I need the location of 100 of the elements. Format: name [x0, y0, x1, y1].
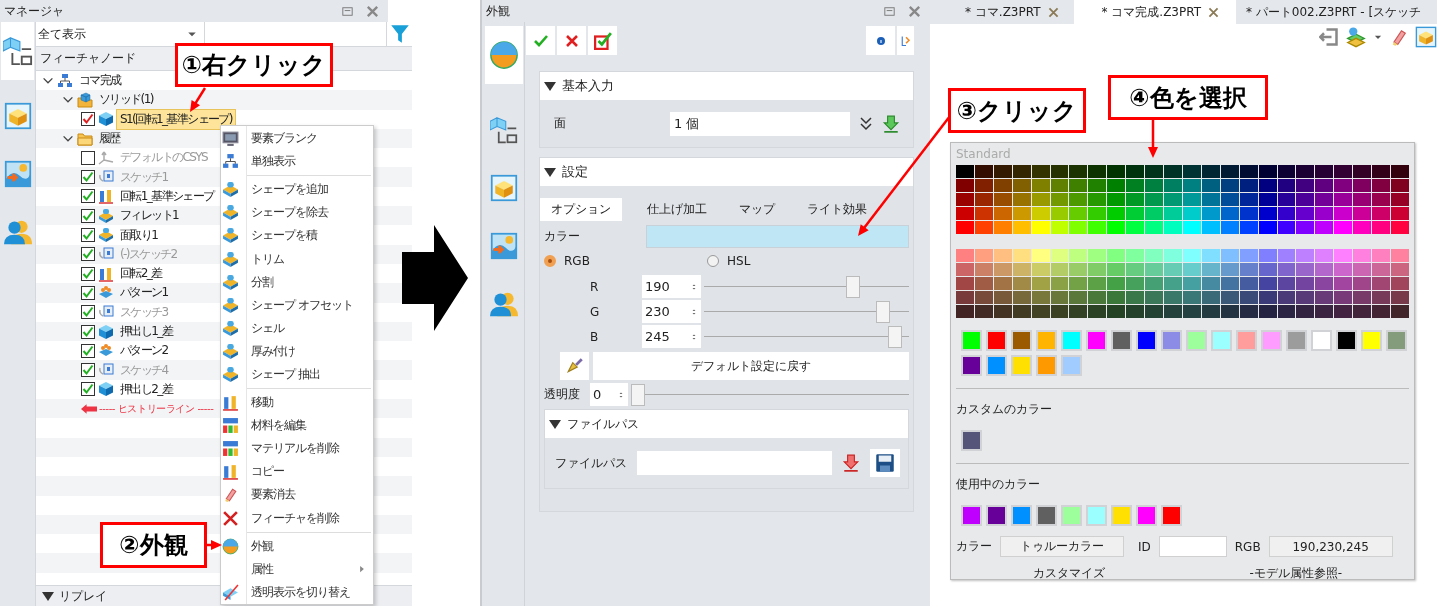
tree-item[interactable]: ソリッド(1): [95, 89, 157, 111]
color-swatch[interactable]: [986, 355, 1007, 376]
checkbox[interactable]: [81, 343, 95, 358]
menu-item[interactable]: トリム: [221, 247, 373, 271]
checkbox[interactable]: [81, 382, 95, 397]
tab[interactable]: ライト効果: [796, 198, 878, 221]
document-tab[interactable]: * コマ.Z3PRT: [955, 0, 1074, 24]
tree-item[interactable]: S1(回転1_基準シェープ): [116, 108, 236, 130]
color-swatch[interactable]: [1286, 330, 1307, 351]
color-swatch[interactable]: [1011, 355, 1032, 376]
cube-tree-icon[interactable]: [490, 116, 518, 144]
menu-item[interactable]: フィーチャを削除: [221, 506, 373, 530]
apply-button[interactable]: [588, 26, 617, 55]
section-header[interactable]: ファイルパス: [545, 410, 908, 438]
color-swatch[interactable]: [986, 330, 1007, 351]
checkbox[interactable]: [81, 150, 95, 165]
face-field[interactable]: 1 個: [670, 111, 850, 136]
checkbox[interactable]: [81, 228, 95, 242]
checkbox[interactable]: [81, 247, 95, 262]
brush-button[interactable]: [560, 352, 589, 380]
color-swatch[interactable]: [1061, 355, 1082, 376]
checkbox[interactable]: [81, 189, 95, 204]
color-swatch[interactable]: [986, 505, 1007, 526]
checkbox[interactable]: [81, 305, 95, 320]
cancel-button[interactable]: [557, 26, 586, 55]
color-swatch[interactable]: [1161, 330, 1182, 351]
slider-thumb[interactable]: [887, 325, 902, 348]
color-swatch[interactable]: [1186, 330, 1207, 351]
tree-item[interactable]: コマ完成: [75, 70, 125, 92]
spin-field[interactable]: 245: [642, 325, 701, 348]
menu-item[interactable]: 属性: [221, 557, 373, 581]
tree-item[interactable]: パターン2: [116, 340, 172, 362]
image-icon[interactable]: [3, 160, 32, 188]
menu-item[interactable]: シェープを追加: [221, 178, 373, 202]
color-swatch[interactable]: [1086, 505, 1107, 526]
tab[interactable]: 仕上げ加工: [636, 198, 718, 221]
checkbox[interactable]: [81, 208, 95, 223]
users-icon[interactable]: [3, 218, 32, 246]
color-swatch[interactable]: [1161, 505, 1182, 526]
checkbox[interactable]: [81, 170, 95, 185]
menu-item[interactable]: マテリアルを削除: [221, 437, 373, 461]
slider-thumb[interactable]: [846, 275, 861, 298]
checkbox[interactable]: [81, 266, 95, 281]
menu-item[interactable]: シェープ オフセット: [221, 293, 373, 317]
menu-item[interactable]: コピー: [221, 460, 373, 484]
checkbox[interactable]: [81, 112, 95, 127]
id-field[interactable]: [1158, 536, 1227, 557]
tree-item[interactable]: 回転1_基準シェープ: [116, 185, 218, 207]
color-swatch[interactable]: [961, 430, 982, 451]
color-swatch[interactable]: [1211, 330, 1232, 351]
color-swatch[interactable]: [1136, 330, 1157, 351]
standard-palette-drawing[interactable]: [956, 165, 1409, 318]
color-swatch[interactable]: [1036, 330, 1057, 351]
menu-item[interactable]: 要素消去: [221, 483, 373, 507]
cube-tree-icon[interactable]: [2, 36, 33, 66]
radio-button[interactable]: [544, 255, 556, 267]
tree-item[interactable]: 押出し2_差: [116, 378, 177, 400]
rgb-field[interactable]: 190,230,245: [1268, 536, 1393, 557]
color-swatch[interactable]: [1111, 330, 1132, 351]
spin-field[interactable]: 190: [642, 275, 701, 298]
tree-item[interactable]: 面取り1: [116, 224, 162, 246]
layers-icon[interactable]: [1345, 26, 1367, 48]
color-swatch[interactable]: [1236, 330, 1257, 351]
filter-button[interactable]: [386, 22, 412, 46]
color-swatch[interactable]: [1036, 355, 1057, 376]
close-icon[interactable]: [907, 3, 922, 19]
tab[interactable]: オプション: [540, 198, 622, 221]
double-chevron-icon[interactable]: [858, 115, 874, 132]
checkbox[interactable]: [81, 285, 95, 300]
color-swatch[interactable]: [1136, 505, 1157, 526]
menu-item[interactable]: 外観: [221, 534, 373, 558]
close-icon[interactable]: [1207, 5, 1221, 19]
menu-item[interactable]: シェープを除去: [221, 201, 373, 225]
checkbox[interactable]: [81, 324, 95, 339]
close-icon[interactable]: [365, 3, 380, 19]
color-swatch[interactable]: [961, 355, 982, 376]
menu-item[interactable]: 要素ブランク: [221, 127, 373, 151]
slider[interactable]: [631, 383, 909, 406]
menu-item[interactable]: シェープ 抽出: [221, 362, 373, 387]
color-swatch[interactable]: [1061, 330, 1082, 351]
color-swatch[interactable]: [961, 330, 982, 351]
menu-item[interactable]: 分割: [221, 270, 373, 294]
tree-item[interactable]: パターン1: [116, 282, 172, 304]
download-icon[interactable]: [882, 114, 900, 133]
section-header[interactable]: 設定: [540, 158, 913, 186]
tree-item[interactable]: フィレット1: [116, 205, 183, 227]
cube-window-icon[interactable]: [490, 174, 518, 202]
color-swatch[interactable]: [1011, 330, 1032, 351]
expand-button[interactable]: [897, 26, 914, 55]
exit-icon[interactable]: [1319, 27, 1339, 47]
users-icon[interactable]: [490, 290, 518, 318]
slider-thumb[interactable]: [876, 300, 891, 323]
cube-window-icon[interactable]: [1415, 26, 1437, 48]
menu-item[interactable]: 厚み付け: [221, 339, 373, 363]
color-swatch[interactable]: [1011, 505, 1032, 526]
palette-button[interactable]: カスタマイズ: [956, 561, 1183, 586]
tab[interactable]: マップ: [728, 198, 786, 221]
save-button[interactable]: [870, 449, 900, 477]
color-swatch[interactable]: [1036, 505, 1057, 526]
document-tab[interactable]: * コマ完成.Z3PRT: [1073, 0, 1237, 24]
